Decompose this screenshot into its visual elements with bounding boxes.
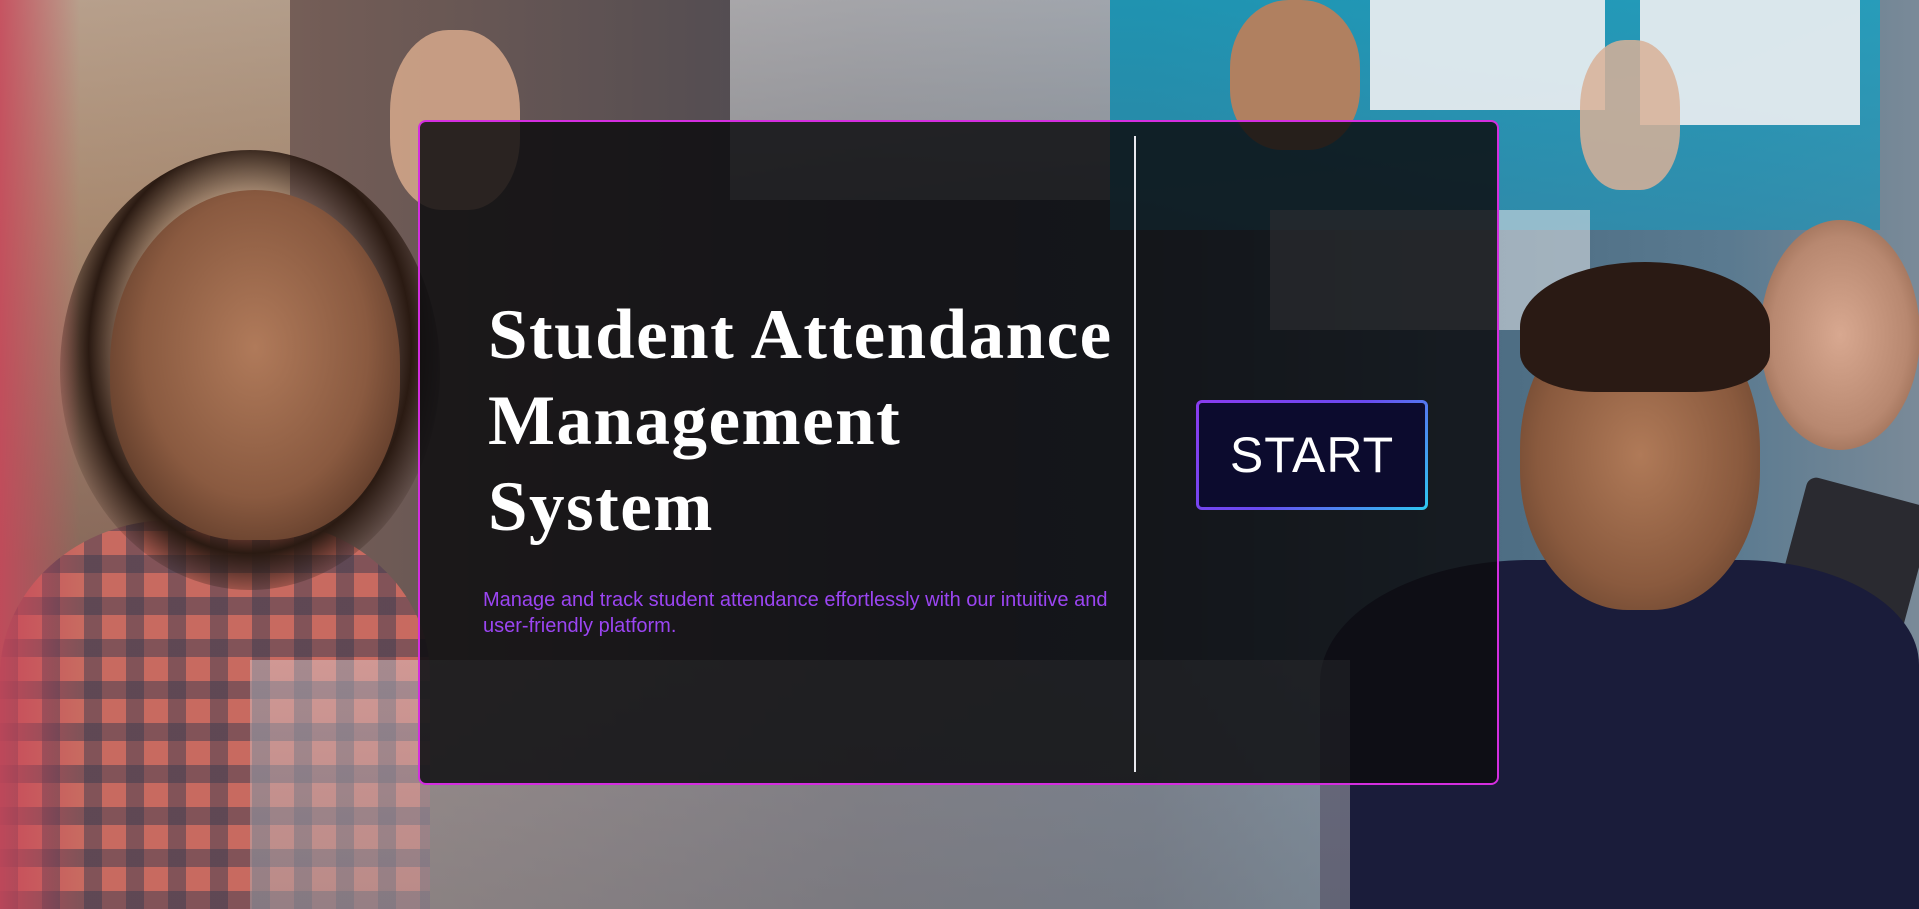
background-student [1760,220,1919,450]
background-edge-blur [0,0,80,909]
start-button[interactable]: START [1196,400,1428,510]
page-title: Student Attendance Management System [488,292,1148,550]
girl-student-face [110,190,400,540]
vertical-divider [1134,136,1136,772]
page-title-line: Student Attendance [488,296,1113,374]
raised-hand [1580,40,1680,190]
boy-student-hair [1520,262,1770,392]
background-poster [1370,0,1605,110]
hero-text-section: Student Attendance Management System Man… [452,122,1132,783]
hero-panel: Student Attendance Management System Man… [418,120,1499,785]
page-subtitle: Manage and track student attendance effo… [483,589,1108,637]
page-title-line: System [488,468,714,546]
page-title-line: Management [488,382,902,460]
